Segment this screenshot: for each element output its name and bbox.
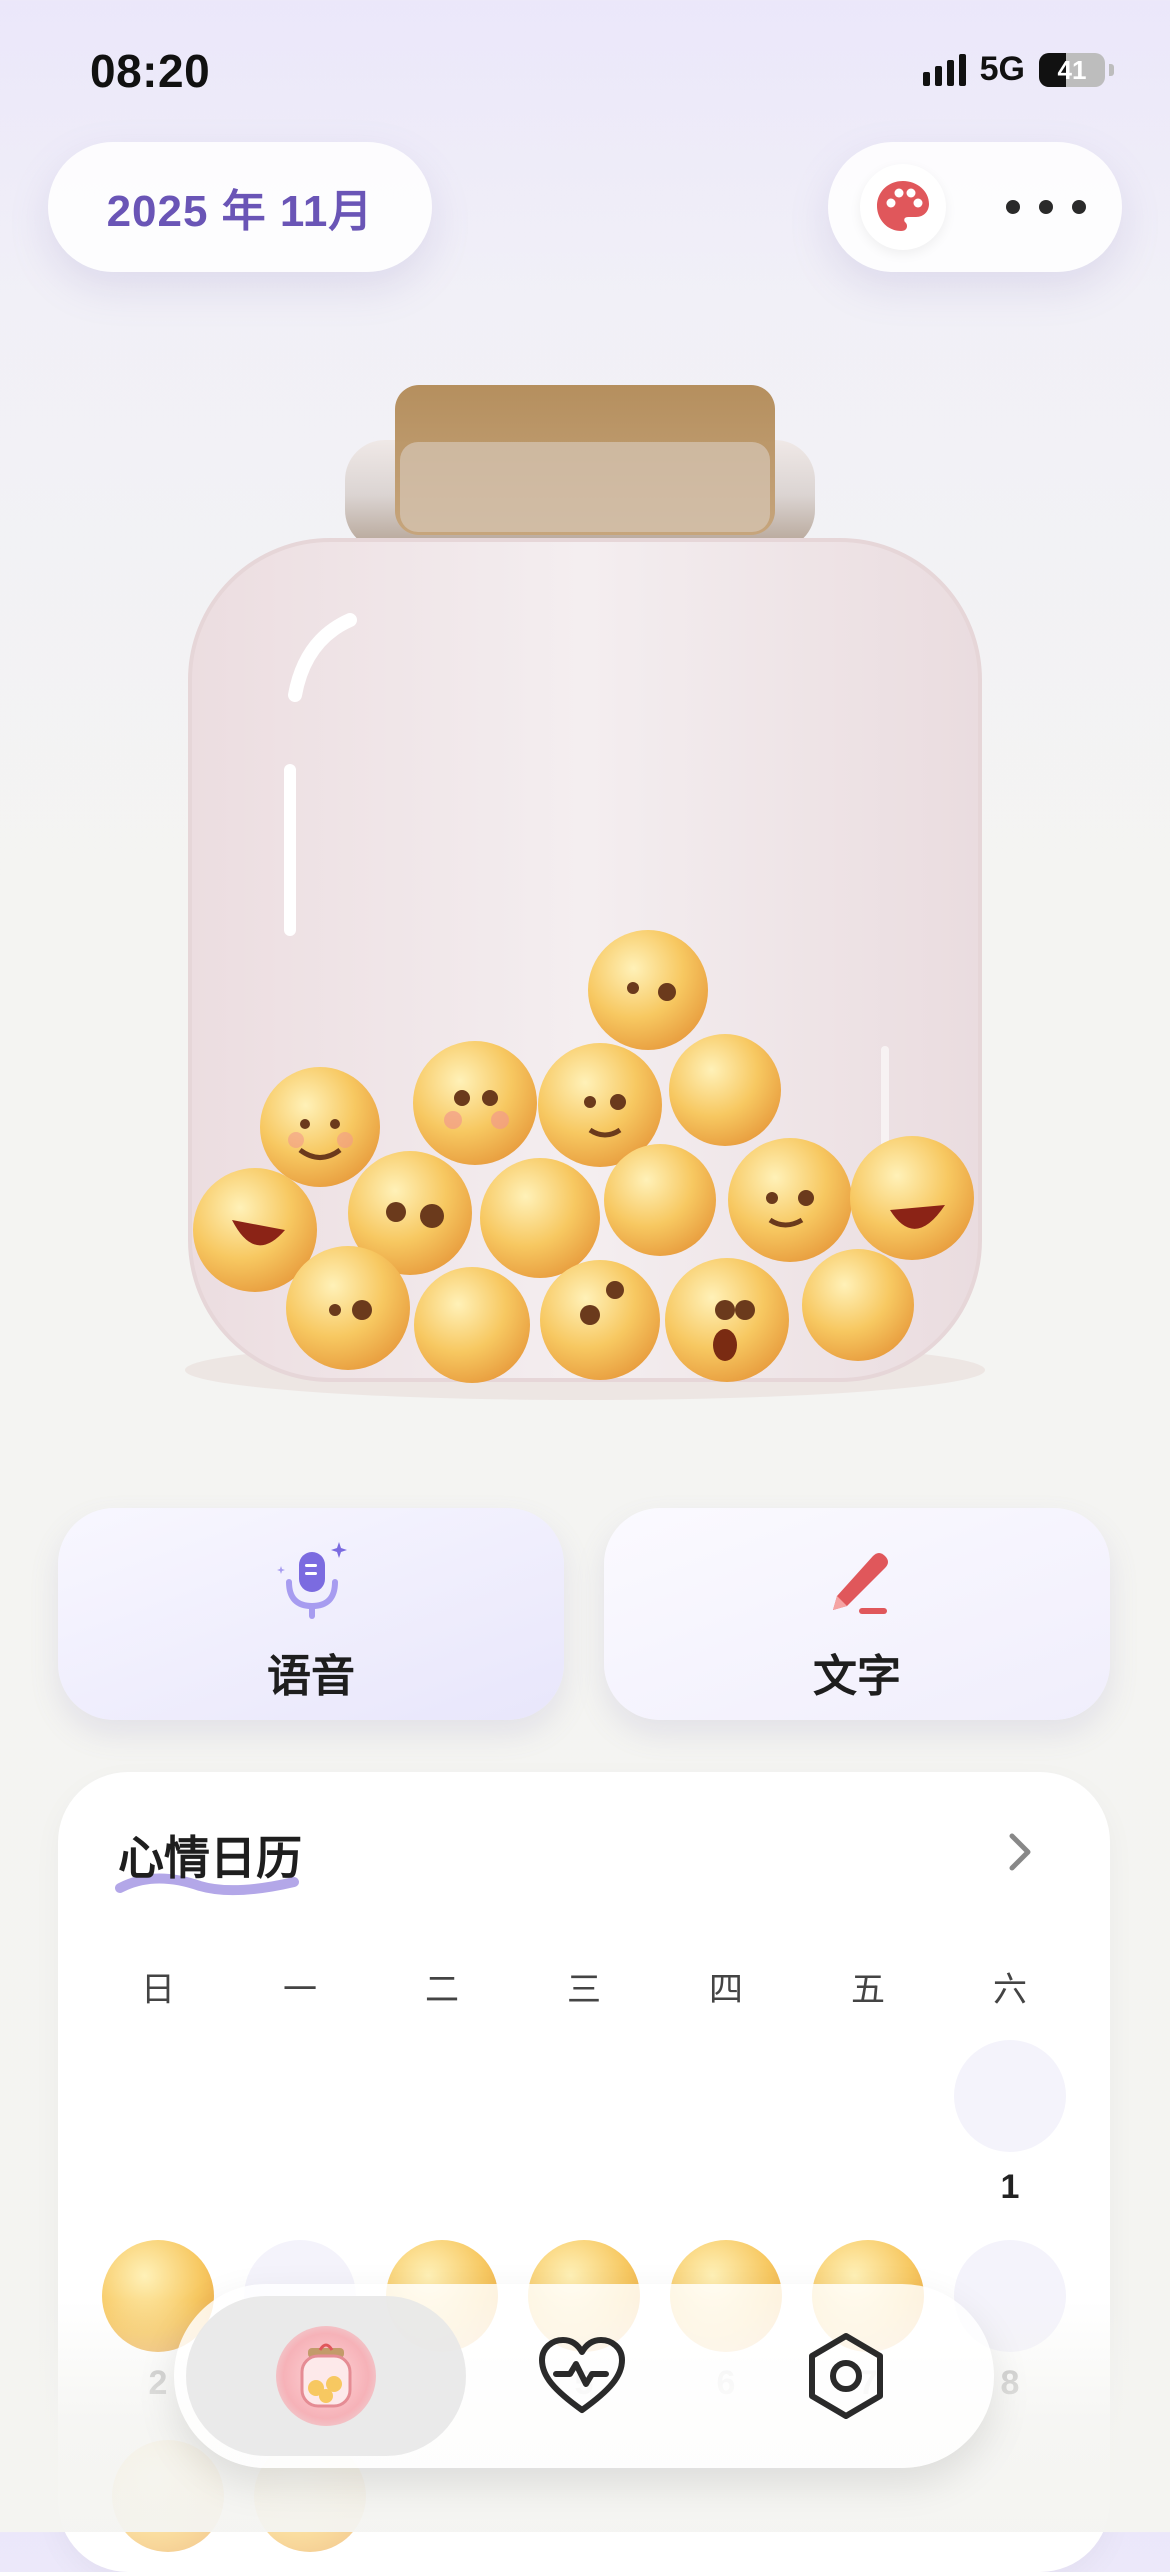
- palette-icon[interactable]: [860, 164, 946, 250]
- settings-hexagon-icon: [809, 2333, 883, 2419]
- text-entry-button[interactable]: 文字: [604, 1508, 1110, 1720]
- voice-label: 语音: [267, 1652, 355, 1701]
- day-cell-1[interactable]: [954, 2040, 1066, 2152]
- weekday-sun: 日: [141, 1971, 175, 2009]
- signal-icon: [922, 53, 966, 86]
- weekday-fri: 五: [851, 1971, 885, 2009]
- tab-mood[interactable]: [532, 2326, 632, 2426]
- battery-level: 41: [1057, 54, 1087, 85]
- mood-jar[interactable]: [170, 370, 1000, 1410]
- battery-icon: 41: [1039, 52, 1105, 87]
- heart-pulse-icon: [539, 2337, 625, 2413]
- tab-jar[interactable]: [186, 2296, 466, 2456]
- chevron-right-icon[interactable]: [1002, 1830, 1038, 1874]
- day-cell-9[interactable]: [112, 2440, 224, 2552]
- weekday-sat: 六: [993, 1971, 1027, 2009]
- weekday-mon: 一: [283, 1971, 317, 2009]
- header-tools: [828, 142, 1122, 272]
- tab-settings[interactable]: [796, 2326, 896, 2426]
- weekday-wed: 三: [567, 1971, 601, 2009]
- jar-icon: [276, 2326, 376, 2426]
- pen-icon: [815, 1538, 899, 1622]
- status-time: 08:20: [90, 45, 211, 97]
- weekday-thu: 四: [709, 1971, 743, 2009]
- month-selector[interactable]: 2025 年 11月: [48, 142, 432, 272]
- microphone-sparkle-icon: [269, 1538, 353, 1622]
- calendar-title: 心情日历: [118, 1832, 302, 1884]
- network-type: 5G: [979, 50, 1025, 88]
- month-label: 2025 年 11月: [106, 187, 374, 236]
- text-label: 文字: [813, 1652, 901, 1701]
- voice-entry-button[interactable]: 语音: [58, 1508, 564, 1720]
- day-number: 1: [1000, 2168, 1020, 2206]
- weekday-tue: 二: [425, 1971, 459, 2009]
- more-dots-icon[interactable]: [1006, 182, 1086, 232]
- tab-bar: [174, 2284, 994, 2468]
- status-indicators: 5G 41: [922, 50, 1114, 89]
